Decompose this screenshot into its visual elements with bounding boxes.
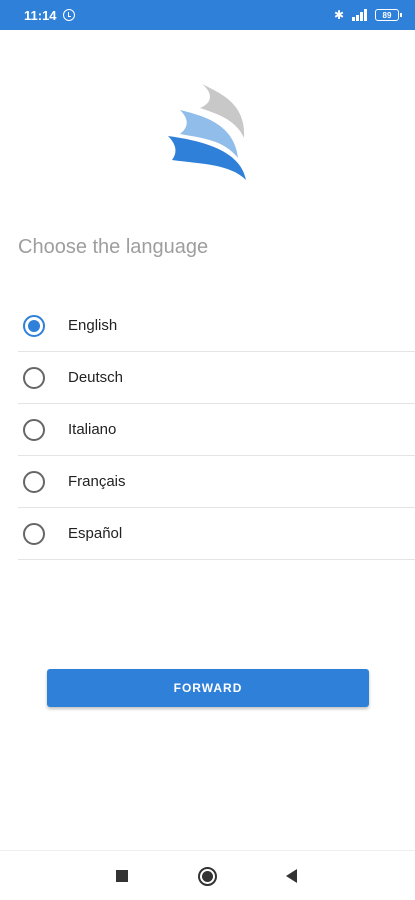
radio-unselected-icon[interactable]	[23, 522, 45, 545]
language-list: English Deutsch Italiano Français Españo…	[18, 300, 415, 560]
page-title: Choose the language	[18, 236, 209, 258]
bluetooth-icon: ✱	[333, 8, 344, 22]
radio-selected-icon[interactable]	[23, 314, 45, 337]
language-label: Français	[68, 473, 126, 490]
language-label: English	[68, 317, 118, 334]
language-label: Italiano	[68, 421, 117, 438]
alarm-icon	[62, 9, 75, 21]
back-icon[interactable]	[286, 869, 297, 883]
recents-icon[interactable]	[116, 870, 128, 882]
signal-icon	[352, 9, 367, 21]
language-option-espanol[interactable]: Español	[18, 508, 415, 560]
radio-unselected-icon[interactable]	[23, 418, 45, 441]
language-option-francais[interactable]: Français	[18, 456, 415, 508]
status-left: 11:14	[24, 8, 75, 23]
forward-button[interactable]: FORWARD	[47, 669, 369, 707]
language-label: Español	[68, 525, 123, 542]
language-label: Deutsch	[68, 369, 124, 386]
radio-unselected-icon[interactable]	[23, 366, 45, 389]
logo-wave-bottom	[168, 136, 246, 180]
language-option-italiano[interactable]: Italiano	[18, 404, 415, 456]
wave-logo-icon	[168, 84, 246, 180]
radio-unselected-icon[interactable]	[23, 470, 45, 493]
status-bar: 11:14 ✱ 89	[0, 0, 415, 30]
battery-level: 89	[382, 10, 392, 20]
language-option-english[interactable]: English	[18, 300, 415, 352]
language-option-deutsch[interactable]: Deutsch	[18, 352, 415, 404]
battery-icon: 89	[375, 9, 402, 21]
home-icon[interactable]	[198, 867, 217, 886]
status-time: 11:14	[24, 7, 57, 23]
navigation-bar	[0, 850, 415, 900]
status-right: ✱ 89	[333, 8, 402, 22]
